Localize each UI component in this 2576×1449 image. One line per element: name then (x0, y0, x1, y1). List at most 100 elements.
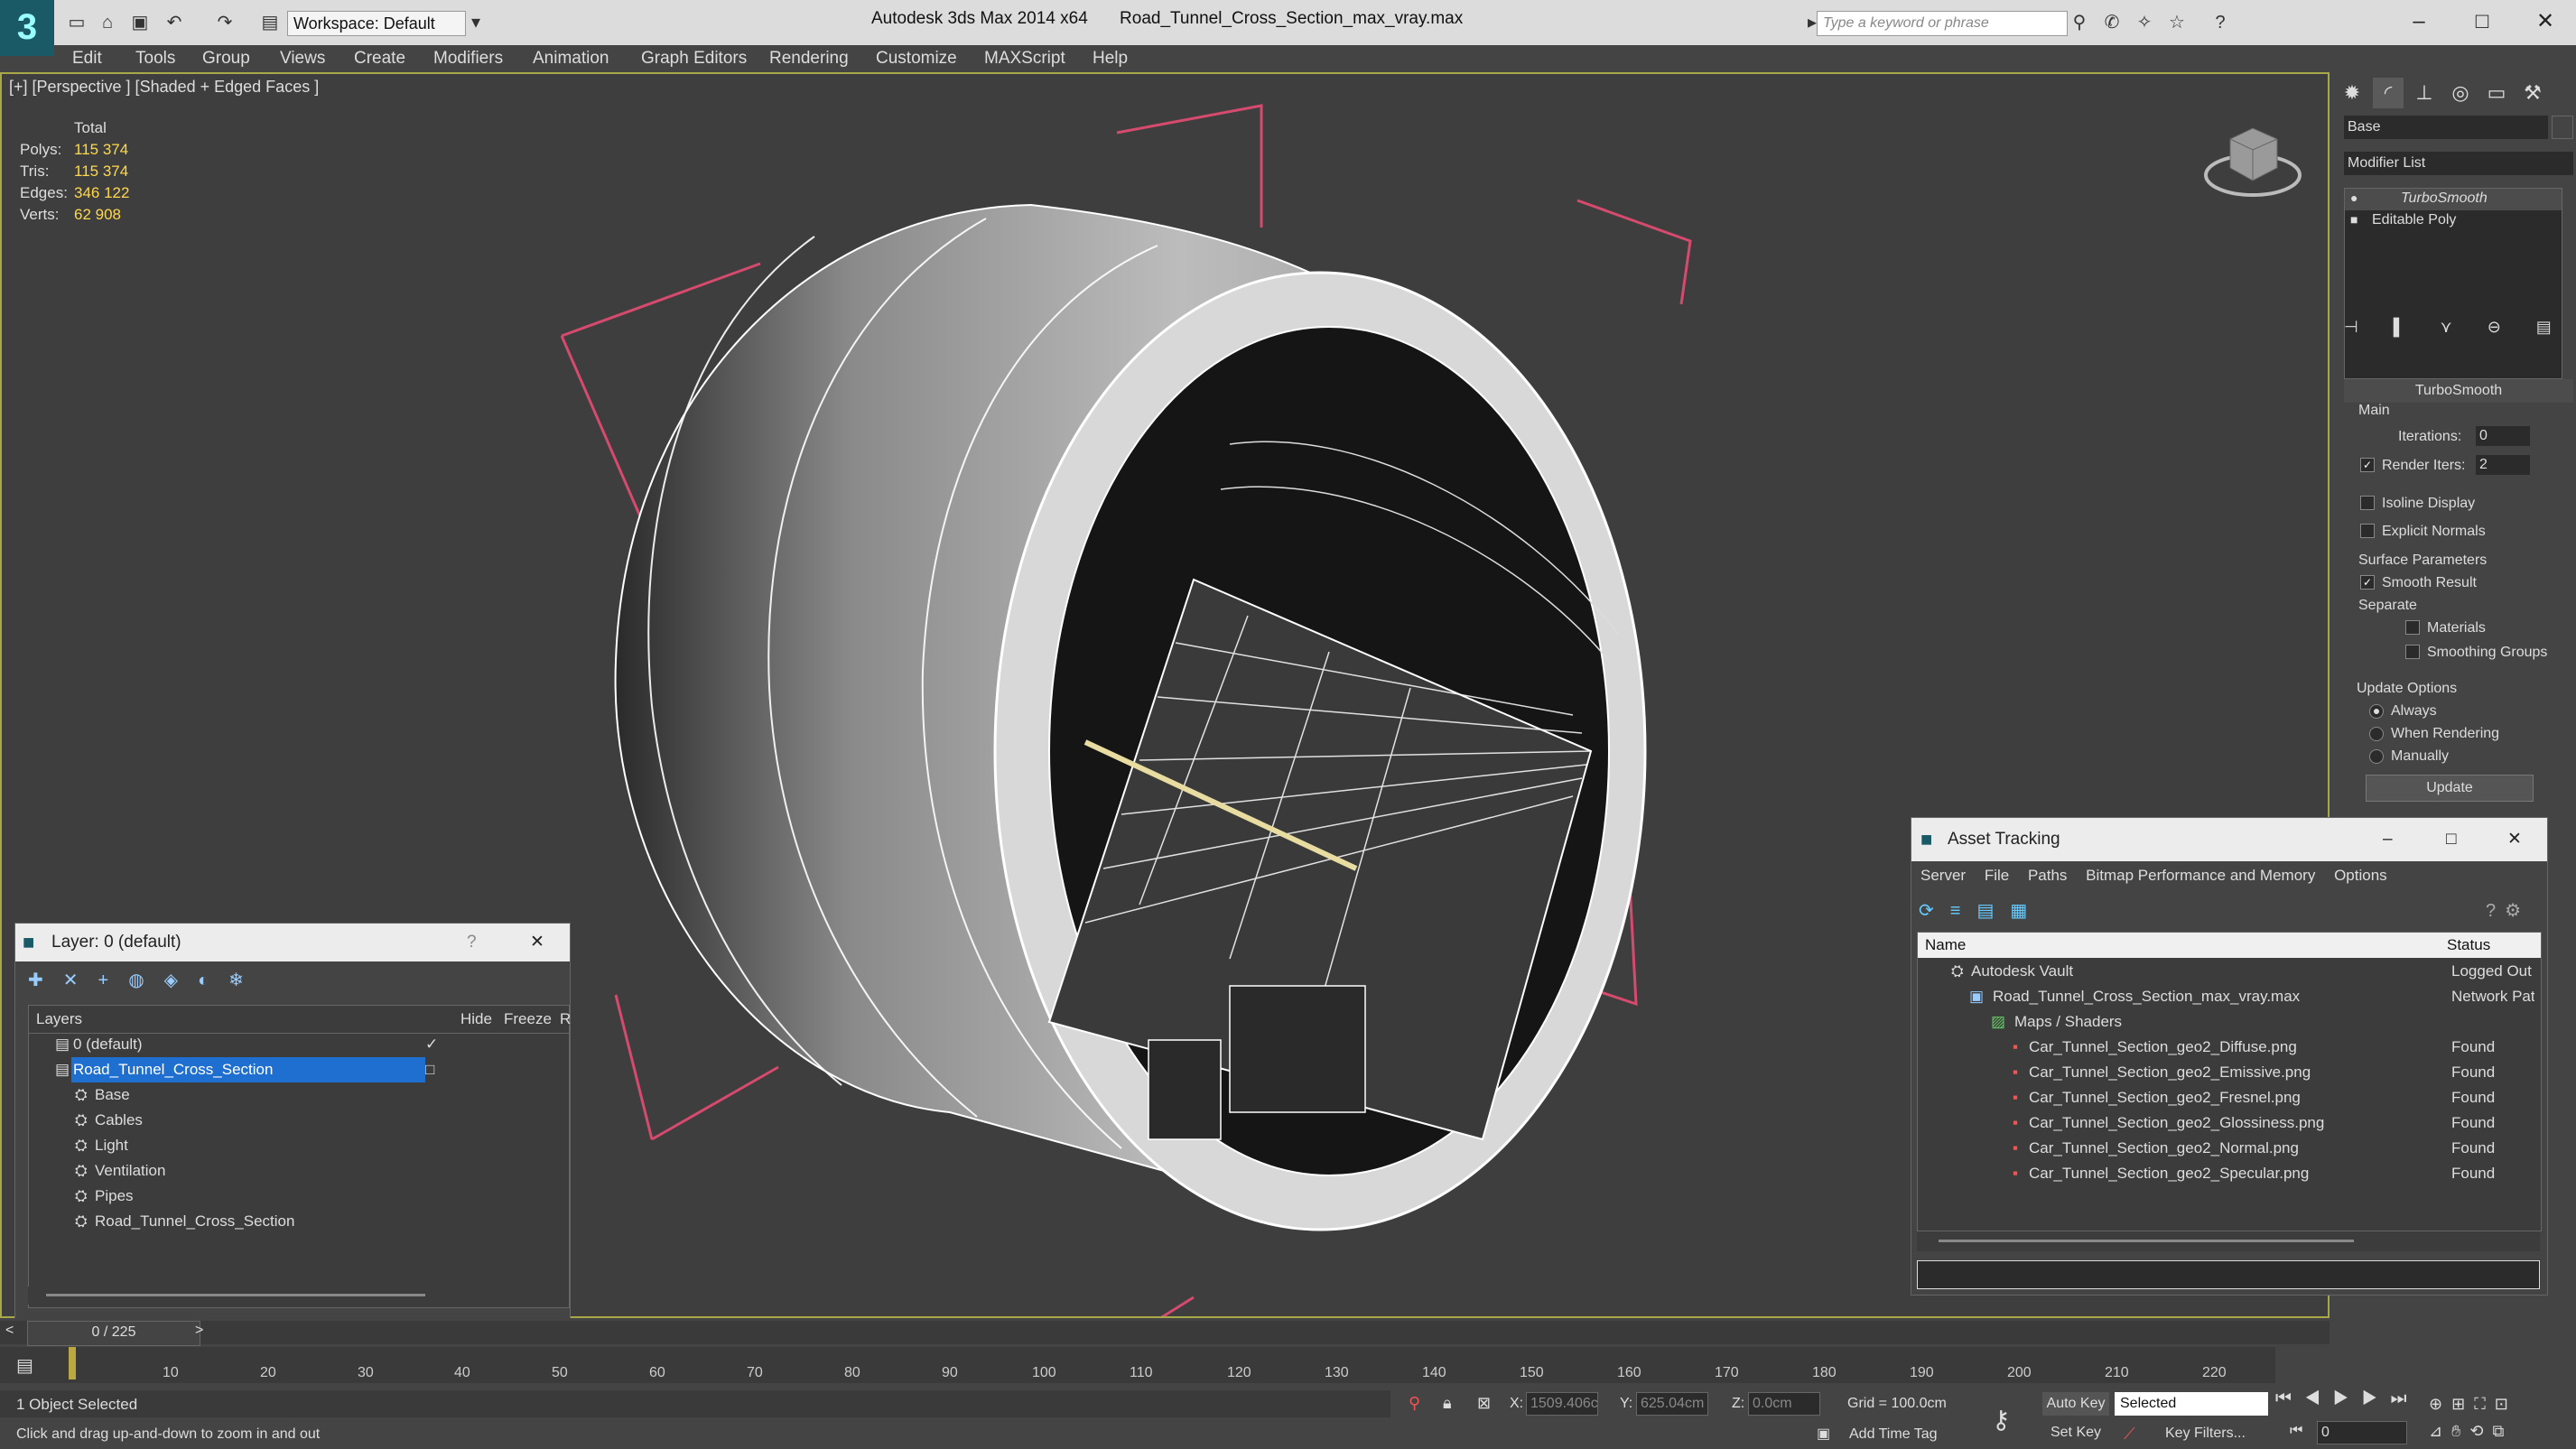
pin-stack-icon[interactable]: ⊣ (2344, 318, 2358, 336)
render-iters-checkbox[interactable]: ✓ (2360, 458, 2375, 472)
viewcube-icon[interactable] (2203, 112, 2302, 202)
subscription-icon[interactable]: ✧ (2133, 11, 2156, 34)
layer-name[interactable]: Road_Tunnel_Cross_Section (71, 1057, 425, 1082)
make-unique-icon[interactable]: ⋎ (2440, 318, 2451, 336)
menu-rendering[interactable]: Rendering (769, 49, 849, 69)
menu-tools[interactable]: Tools (135, 49, 175, 69)
menu-create[interactable]: Create (354, 49, 405, 69)
mini-curve-editor-icon[interactable]: ▤ (16, 1354, 33, 1377)
asset-row[interactable]: ▪ Car_Tunnel_Section_geo2_Specular.png Fou… (1917, 1161, 2536, 1186)
active-layer-check-icon[interactable]: ✓ (425, 1032, 438, 1057)
object-name-field[interactable]: Base (2344, 116, 2548, 139)
asset-menu-server[interactable]: Server (1920, 867, 1966, 884)
asset-titlebar[interactable]: ■ Asset Tracking – □ ✕ (1911, 818, 2547, 861)
project-folder-icon[interactable]: ▤ (258, 11, 282, 34)
asset-row[interactable]: ▪ Car_Tunnel_Section_geo2_Glossiness.png F… (1917, 1110, 2536, 1136)
layer-name[interactable]: Road_Tunnel_Cross_Section (95, 1209, 294, 1234)
key-mode-icon[interactable]: ⏮ (2290, 1423, 2319, 1444)
pan-icon[interactable]: ✋︎ (2451, 1422, 2469, 1440)
layer-highlight-icon[interactable]: ◈ (164, 971, 198, 990)
menu-group[interactable]: Group (202, 49, 250, 69)
asset-row[interactable]: ▪ Car_Tunnel_Section_geo2_Normal.png Found (1917, 1136, 2536, 1161)
communication-center-icon[interactable]: ✆ (2100, 11, 2124, 34)
iterations-spinner[interactable]: 0 (2476, 426, 2530, 446)
time-slider-thumb[interactable]: 0 / 225 (27, 1321, 200, 1346)
layer-row[interactable]: ⛭ Base (28, 1082, 570, 1108)
layer-row[interactable]: ⛭ Cables (28, 1108, 570, 1133)
menu-maxscript[interactable]: MAXScript (984, 49, 1065, 69)
object-color-swatch[interactable] (2552, 116, 2573, 139)
configure-sets-icon[interactable]: ▤ (2536, 318, 2552, 336)
asset-maximize-button[interactable]: □ (2446, 818, 2456, 861)
menu-edit[interactable]: Edit (72, 49, 102, 69)
menu-views[interactable]: Views (280, 49, 325, 69)
expand-icon[interactable]: ■ (2350, 212, 2357, 227)
zoom-extents-all-icon[interactable]: ⊡ (2495, 1395, 2517, 1413)
time-slider[interactable]: < 0 / 225 > (0, 1321, 2330, 1346)
next-frame-icon[interactable]: > (195, 1323, 203, 1339)
smoothing-groups-checkbox[interactable] (2405, 645, 2420, 659)
layer-help-icon[interactable]: ? (467, 924, 477, 961)
layer-delete-icon[interactable]: ✕ (63, 971, 98, 990)
current-frame-field[interactable]: 0 (2317, 1421, 2407, 1444)
time-tag-icon[interactable]: ▣ (1817, 1425, 1830, 1443)
prev-key-icon[interactable]: ◀ (2304, 1389, 2333, 1408)
col-freeze[interactable]: Freeze (504, 1006, 552, 1033)
zoom-icon[interactable]: ⊕ (2429, 1395, 2451, 1413)
menu-modifiers[interactable]: Modifiers (433, 49, 503, 69)
set-key-slash-icon[interactable]: ⟋ (2124, 1425, 2135, 1444)
new-file-icon[interactable]: ▭ (65, 11, 88, 34)
menu-customize[interactable]: Customize (876, 49, 957, 69)
save-icon[interactable]: ▣ (128, 11, 152, 34)
show-end-result-icon[interactable]: ▌ (2394, 318, 2405, 336)
redo-icon[interactable]: ↷ (213, 11, 237, 34)
modifier-list-dropdown[interactable]: Modifier List (2344, 152, 2573, 175)
stack-item-turbosmooth[interactable]: ● TurboSmooth (2345, 189, 2562, 210)
add-time-tag[interactable]: Add Time Tag (1849, 1426, 1938, 1443)
refresh-icon[interactable]: ⟳ (1919, 901, 1950, 921)
zoom-all-icon[interactable]: ⊞ (2451, 1395, 2474, 1413)
utilities-tab-icon[interactable]: ⚒ (2517, 78, 2548, 108)
isoline-display-checkbox[interactable] (2360, 496, 2375, 510)
binoculars-icon[interactable]: ⚲ (2068, 11, 2091, 34)
always-radio[interactable] (2369, 704, 2384, 719)
col-name[interactable]: Name (1925, 933, 1966, 958)
menu-help[interactable]: Help (1093, 49, 1128, 69)
key-icon[interactable]: ⚷ (1992, 1405, 2011, 1435)
layer-scrollbar[interactable] (28, 1286, 568, 1305)
col-layers[interactable]: Layers (36, 1006, 82, 1033)
motion-tab-icon[interactable]: ◎ (2445, 78, 2476, 108)
hierarchy-tab-icon[interactable]: ⊥ (2409, 78, 2440, 108)
layer-row[interactable]: ▤ 0 (default) ✓ (28, 1032, 570, 1057)
layer-name[interactable]: Ventilation (95, 1158, 165, 1184)
asset-help-icon[interactable]: ? (2486, 901, 2505, 921)
absolute-mode-icon[interactable]: ⊠ (1477, 1394, 1491, 1413)
workspace-dropdown[interactable]: Workspace: Default (287, 11, 466, 36)
asset-row[interactable]: ▪ Car_Tunnel_Section_geo2_Diffuse.png Foun… (1917, 1035, 2536, 1060)
asset-row[interactable]: ▪ Car_Tunnel_Section_geo2_Fresnel.png Foun… (1917, 1085, 2536, 1110)
orbit-icon[interactable]: ⟲ (2469, 1422, 2492, 1440)
layer-row[interactable]: ⛭ Light (28, 1133, 570, 1158)
asset-row[interactable]: ▪ Car_Tunnel_Section_geo2_Emissive.png Fou… (1917, 1060, 2536, 1085)
minimize-button[interactable]: – (2396, 5, 2441, 38)
tree-view-icon[interactable]: ▤ (1976, 901, 2010, 921)
x-coordinate-field[interactable]: 1509.406c (1526, 1392, 1598, 1416)
menu-graph-editors[interactable]: Graph Editors (641, 49, 747, 69)
layer-row[interactable]: ⛭ Pipes (28, 1184, 570, 1209)
open-file-icon[interactable]: ⌂ (96, 11, 119, 34)
rollout-title[interactable]: TurboSmooth (2344, 379, 2573, 403)
field-of-view-icon[interactable]: ⊿ (2429, 1422, 2451, 1440)
z-coordinate-field[interactable]: 0.0cm (1748, 1392, 1820, 1416)
manually-radio[interactable] (2369, 749, 2384, 764)
when-rendering-radio[interactable] (2369, 727, 2384, 741)
remove-modifier-icon[interactable]: ⊖ (2488, 318, 2501, 336)
col-hide[interactable]: Hide (460, 1006, 492, 1033)
asset-menu-file[interactable]: File (1985, 867, 2009, 884)
prev-frame-icon[interactable]: < (5, 1323, 14, 1339)
go-to-end-icon[interactable]: ⏭ (2391, 1389, 2420, 1408)
layer-add-icon[interactable]: + (98, 971, 129, 990)
layer-close-icon[interactable]: ✕ (530, 924, 544, 961)
selected-dropdown[interactable]: Selected (2115, 1392, 2268, 1416)
update-button[interactable]: Update (2366, 775, 2534, 802)
layer-name[interactable]: Light (95, 1133, 128, 1158)
